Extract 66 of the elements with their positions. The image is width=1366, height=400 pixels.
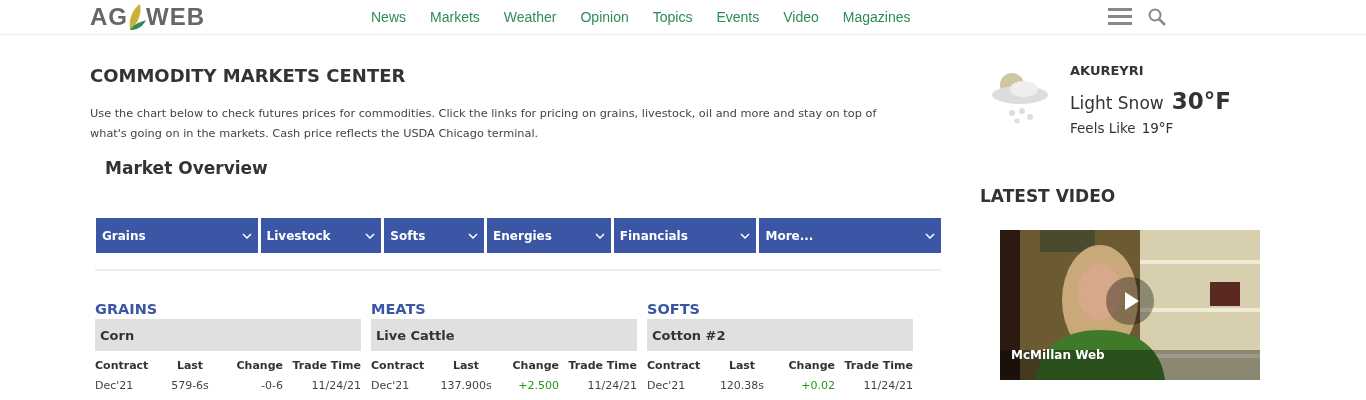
column-header: Contract [371,359,426,372]
table-cell-text: 137.900s [439,379,493,392]
city-name: AKUREYRI [1070,63,1145,78]
category-dropdown[interactable]: Softs [384,218,485,253]
category-dropdown[interactable]: More... [759,218,941,253]
table-cell-text: -0-6 [260,379,283,392]
commodity-bar: Live Cattle [371,319,637,351]
feels-like-label: Feels Like [1070,120,1136,136]
nav-link[interactable]: Topics [652,9,693,25]
nav-link[interactable]: Opinion [580,9,629,25]
market-heading: SOFTS [647,301,701,317]
leaf-icon [128,4,146,30]
chevron-icon [241,232,252,239]
table-cell-text: 11/24/21 [586,379,637,392]
column-header: Last [451,359,481,372]
table-cell-text: Dec'21 [371,379,411,392]
logo-text[interactable]: AG [90,3,128,31]
column-header: Change [787,359,835,372]
chevron-icon [365,232,376,239]
market-heading: GRAINS [95,301,159,317]
table-cell-text: Dec'21 [647,379,687,392]
category-dropdown[interactable]: Financials [613,218,757,253]
video-caption: McMillan Web [1011,348,1105,362]
page-title: COMMODITY MARKETS CENTER [90,65,407,86]
column-header: Contract [95,359,150,372]
column-header: Last [175,359,205,372]
table-cell-text: 11/24/21 [310,379,361,392]
category-dropdown[interactable]: Energies [487,218,611,253]
table-cell-text: +2.500 [517,379,559,392]
column-header: Trade Time [843,359,913,372]
section-title: LATEST VIDEO [980,186,1117,206]
nav-link[interactable]: Magazines [842,9,911,25]
column-header: Last [727,359,757,372]
nav-link[interactable]: Video [783,9,819,25]
chevron-icon [594,232,605,239]
nav-link[interactable]: News [371,9,406,25]
market-heading: MEATS [371,301,427,317]
nav-link[interactable]: Markets [430,9,480,25]
chevron-icon [468,232,479,239]
column-header: Change [235,359,283,372]
column-header: Trade Time [291,359,361,372]
category-dropdown[interactable]: Livestock [260,218,382,253]
menu-icon[interactable] [1108,8,1132,26]
chevron-icon [740,232,751,239]
column-header: Trade Time [567,359,637,372]
table-cell-text: 579-6s [170,379,210,392]
commodity-bar: Cotton #2 [647,319,913,351]
intro-text: Use the chart below to check futures prices for commodities. Click the links for pricing on grains, livestock, oil and more and stay on top of what's going on in the markets. Cash price reflects the USDA Chicago terminal. [90,106,878,142]
column-header: Contract [647,359,702,372]
nav-link[interactable]: Events [716,9,760,25]
section-title: Market Overview [105,158,269,178]
table-cell-text: Dec'21 [95,379,135,392]
weather-condition: Light Snow [1070,93,1164,113]
table-cell-text: +0.02 [800,379,835,392]
play-button[interactable] [1105,276,1155,326]
feels-like-value: 19°F [1141,120,1174,136]
table-cell-text: 11/24/21 [862,379,913,392]
category-dropdown[interactable]: Grains [96,218,258,253]
nav-link[interactable]: Weather [503,9,557,25]
column-header: Change [511,359,559,372]
search-icon[interactable] [1148,8,1166,26]
logo-text[interactable]: WEB [146,3,205,31]
table-cell-text: 120.38s [718,379,766,392]
commodity-bar: Corn [95,319,361,351]
temperature: 30°F [1171,88,1231,114]
chevron-icon [925,232,935,239]
